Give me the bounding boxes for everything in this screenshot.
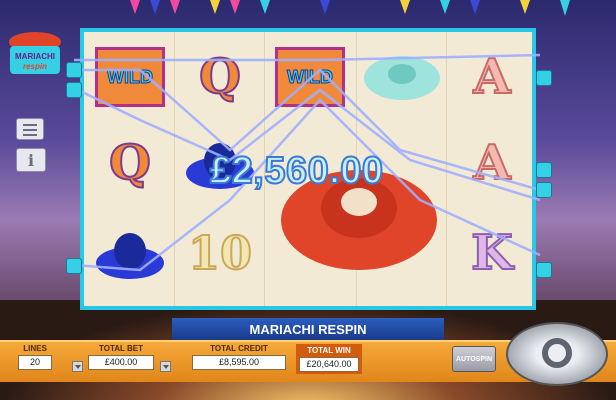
total-credit-field: TOTAL CREDIT £8,595.00 [192,344,286,370]
spin-button[interactable] [506,322,608,386]
total-credit-label: TOTAL CREDIT [210,344,268,353]
payline-marker-left-3 [66,258,82,274]
win-amount: £2,560.00 [209,149,384,193]
payline-marker-left-1 [66,62,82,78]
total-bet-field: TOTAL BET £400.00 [88,344,154,370]
game-stage: MARIACHI respin i WILD Q Q 10 WILD A A K… [0,0,616,400]
payline-marker-left-2 [66,82,82,98]
lines-label: LINES [23,344,47,353]
total-bet-label: TOTAL BET [99,344,143,353]
payline-marker-right-1 [536,70,552,86]
payline-marker-right-4 [536,262,552,278]
feature-banner: MARIACHI RESPIN [172,318,444,340]
total-credit-value: £8,595.00 [192,355,286,370]
spin-icon [542,338,572,368]
total-win-label: TOTAL WIN [307,346,351,355]
total-win-value: £20,640.00 [299,357,359,372]
payline-marker-right-3 [536,182,552,198]
lines-field: LINES 20 [18,344,52,370]
autospin-button[interactable]: AUTOSPIN [452,346,496,372]
payline-marker-right-2 [536,162,552,178]
lines-down-button[interactable] [72,361,83,372]
lines-value: 20 [18,355,52,370]
bet-down-button[interactable] [160,361,171,372]
total-win-field: TOTAL WIN £20,640.00 [296,344,362,374]
total-bet-value: £400.00 [88,355,154,370]
